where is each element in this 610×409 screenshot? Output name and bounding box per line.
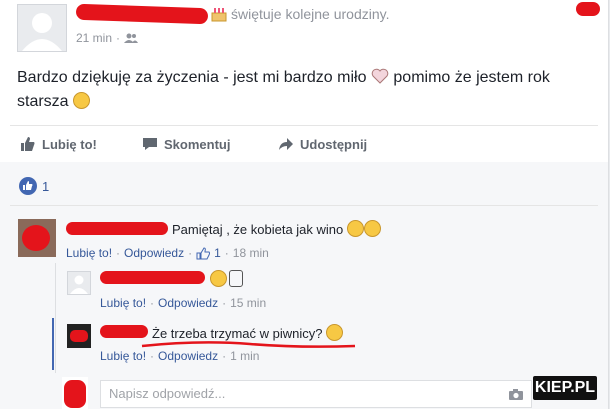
- comment-like-count[interactable]: 1: [214, 246, 221, 260]
- reply-avatar[interactable]: [67, 324, 91, 348]
- close-button-redacted[interactable]: [576, 2, 600, 16]
- reply-avatar[interactable]: [67, 271, 91, 295]
- post-time-text: 21 min: [76, 31, 113, 45]
- reply-highlight-bar: [52, 318, 54, 370]
- comment-text-content: Pamiętaj , że kobieta jak wino: [172, 222, 344, 237]
- author-name-redacted[interactable]: [75, 3, 209, 25]
- share-label: Udostępnij: [300, 136, 368, 152]
- like-label: Lubię to!: [42, 136, 97, 152]
- reply-time[interactable]: 15 min: [230, 296, 266, 310]
- comment-reply-link[interactable]: Odpowiedz: [124, 246, 184, 260]
- camera-icon[interactable]: [508, 388, 524, 401]
- wink-emoji-icon: [363, 220, 381, 237]
- comments-section: [0, 162, 608, 409]
- watermark-text: KIEP.PL: [534, 379, 596, 396]
- comment-text: Pamiętaj , że kobieta jak wino: [172, 220, 381, 237]
- commenter-name-redacted[interactable]: [66, 222, 168, 235]
- reply-actions: Lubię to! · Odpowiedz · 15 min: [100, 296, 267, 310]
- friends-audience-icon[interactable]: [124, 33, 139, 43]
- grinning-emoji-icon: [210, 270, 227, 287]
- commenter-avatar[interactable]: [18, 219, 56, 257]
- reactions-summary[interactable]: 1: [19, 177, 49, 195]
- like-button[interactable]: Lubię to!: [20, 136, 97, 152]
- comment-label: Skomentuj: [164, 136, 231, 152]
- reply-actions: Lubię to! · Odpowiedz · 1 min: [100, 349, 260, 363]
- hand-emoji-icon: [229, 270, 243, 287]
- reply-like-link[interactable]: Lubię to!: [100, 349, 146, 363]
- divider: [10, 205, 598, 206]
- reply-input-placeholder: Napisz odpowiedź...: [109, 386, 226, 401]
- share-arrow-icon: [279, 138, 293, 150]
- author-avatar[interactable]: [17, 4, 67, 52]
- reactions-count: 1: [42, 178, 50, 194]
- post-card: świętuje kolejne urodziny. 21 min · Bard…: [0, 0, 609, 409]
- post-message: Bardzo dziękuję za życzenia - jest mi ba…: [17, 66, 597, 114]
- comment-like-link[interactable]: Lubię to!: [66, 246, 112, 260]
- birthday-cake-icon: [211, 6, 227, 22]
- reply-like-link[interactable]: Lubię to!: [100, 296, 146, 310]
- reply-thread-line: [55, 263, 56, 373]
- comment-actions: Lubię to! · Odpowiedz · 1 · 18 min: [66, 246, 269, 260]
- user-silhouette-icon: [22, 13, 62, 51]
- reply-name-redacted[interactable]: [100, 271, 205, 284]
- reply-reply-link[interactable]: Odpowiedz: [158, 349, 218, 363]
- kiep-watermark: KIEP.PL: [533, 376, 597, 400]
- post-time[interactable]: 21 min ·: [76, 31, 139, 45]
- speech-bubble-icon: [143, 138, 157, 150]
- current-user-avatar: [62, 377, 88, 409]
- divider: [10, 125, 598, 126]
- post-message-text: Bardzo dziękuję za życzenia - jest mi ba…: [17, 69, 367, 86]
- thumbs-up-outline-icon[interactable]: [196, 246, 211, 260]
- reply-reply-link[interactable]: Odpowiedz: [158, 296, 218, 310]
- reply-time[interactable]: 1 min: [230, 349, 259, 363]
- user-silhouette-icon: [70, 275, 88, 294]
- like-reaction-icon: [19, 177, 37, 195]
- grinning-emoji-icon: [346, 220, 364, 237]
- share-button[interactable]: Udostępnij: [278, 136, 367, 152]
- comment-button[interactable]: Skomentuj: [142, 136, 230, 152]
- heart-icon: [371, 68, 389, 84]
- post-header-text: świętuje kolejne urodziny.: [231, 6, 390, 22]
- red-underline-scribble: [141, 341, 356, 348]
- comment-time[interactable]: 18 min: [233, 246, 269, 260]
- thumbs-up-icon: [21, 137, 35, 151]
- reply-input[interactable]: Napisz odpowiedź...: [100, 380, 532, 408]
- reply-emojis: [210, 270, 243, 289]
- tearful-smile-emoji-icon: [73, 92, 91, 109]
